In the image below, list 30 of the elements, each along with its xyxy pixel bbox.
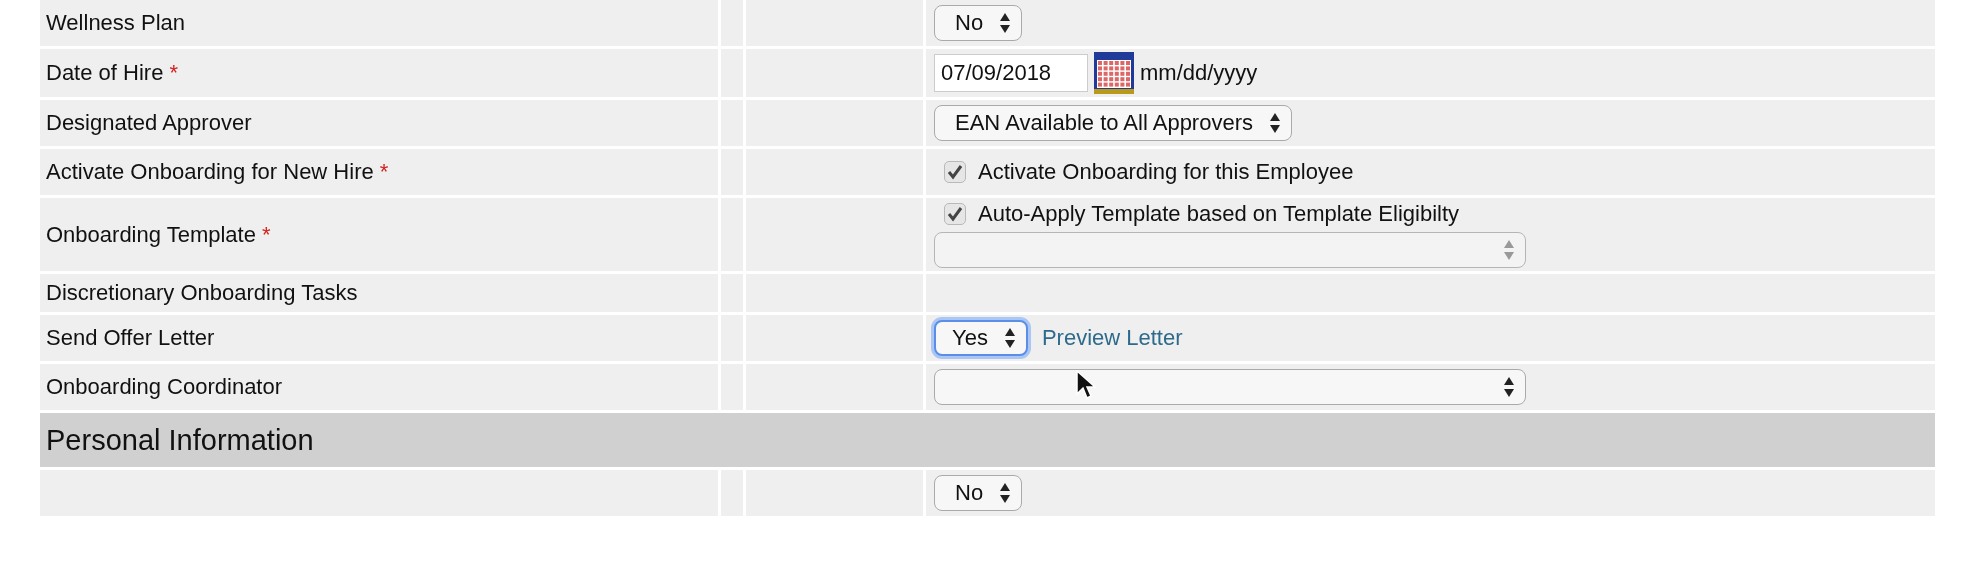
field-label: Date of Hire	[46, 60, 164, 86]
field-label: Designated Approver	[46, 110, 252, 136]
select-arrows-icon	[999, 12, 1012, 34]
field-label: Onboarding Template	[46, 221, 256, 248]
preview-letter-link[interactable]: Preview Letter	[1041, 325, 1183, 351]
checkbox[interactable]	[944, 203, 966, 225]
select-arrows-icon	[1003, 327, 1016, 349]
checkbox[interactable]	[944, 161, 966, 183]
checkbox-label: Auto-Apply Template based on Template Eligibilty	[978, 201, 1460, 227]
field-label: Send Offer Letter	[46, 325, 215, 351]
calendar-icon[interactable]	[1094, 52, 1134, 94]
section-heading: Personal Information	[46, 423, 314, 457]
required-asterisk: *	[379, 159, 389, 185]
select-arrows-icon	[1503, 376, 1515, 398]
select-dropdown[interactable]: No	[934, 5, 1023, 41]
date-field[interactable]: 07/09/2018	[934, 54, 1088, 92]
select-dropdown[interactable]: No	[934, 475, 1023, 511]
select-dropdown[interactable]: Yes	[934, 320, 1028, 356]
field-label: Activate Onboarding for New Hire	[46, 159, 374, 185]
field-label: Wellness Plan	[46, 10, 185, 36]
field-label: Onboarding Coordinator	[46, 374, 283, 400]
field-label: Discretionary Onboarding Tasks	[46, 280, 358, 306]
required-asterisk: *	[169, 60, 178, 86]
required-asterisk: *	[261, 221, 271, 248]
select-arrows-icon	[1269, 112, 1281, 134]
checkbox-label: Activate Onboarding for this Employee	[978, 159, 1354, 185]
select-dropdown[interactable]: EAN Available to All Approvers	[934, 105, 1292, 141]
date-format-hint: mm/dd/yyyy	[1140, 60, 1258, 86]
select-arrows-icon	[1503, 239, 1515, 261]
select-arrows-icon	[999, 482, 1012, 504]
